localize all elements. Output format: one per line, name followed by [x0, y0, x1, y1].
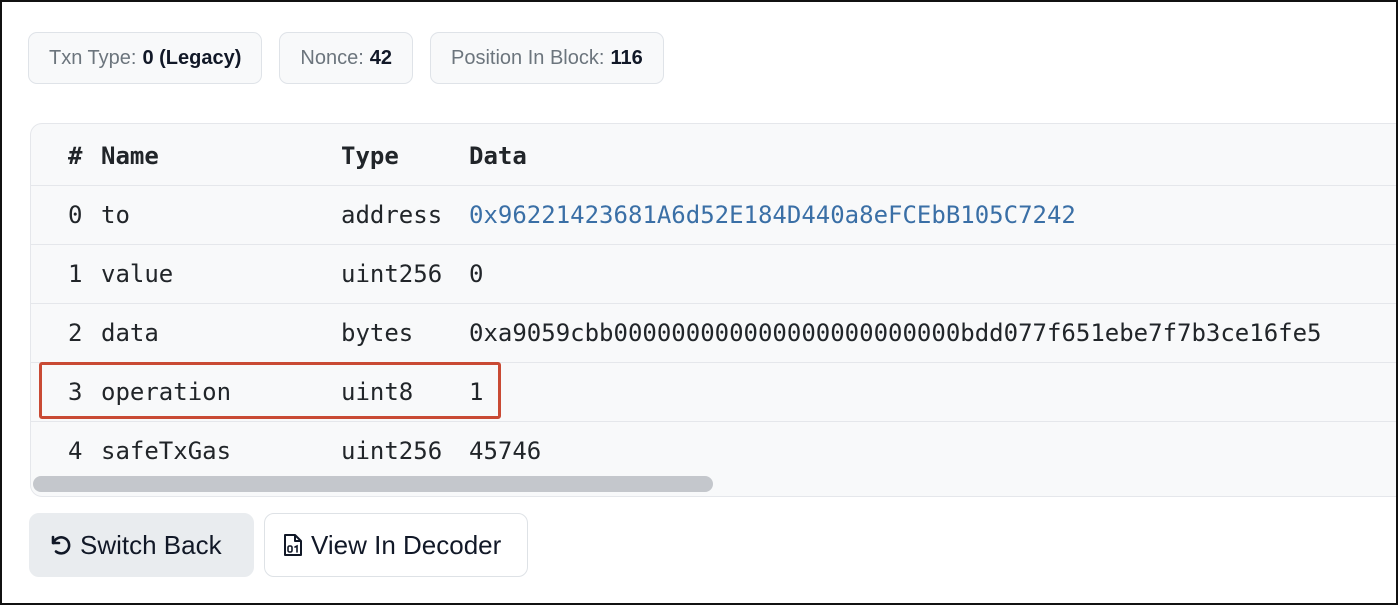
row-type: bytes [341, 319, 414, 347]
row-name: to [101, 201, 130, 229]
table-row: 4 safeTxGas uint256 45746 [31, 421, 1396, 479]
binary-file-icon [284, 534, 302, 556]
table-row: 1 value uint256 0 [31, 244, 1396, 302]
row-data: 0 [469, 260, 484, 288]
address-link[interactable]: 0x96221423681A6d52E184D440a8eFCEbB105C72… [469, 186, 1076, 244]
nonce-label: Nonce: [300, 46, 364, 69]
row-name: data [101, 319, 159, 347]
switch-back-label: Switch Back [80, 529, 222, 560]
row-name: safeTxGas [101, 437, 232, 465]
row-name: value [101, 260, 174, 288]
column-header-type: Type [341, 142, 399, 170]
horizontal-scrollbar[interactable] [33, 476, 713, 492]
column-header-name: Name [101, 142, 159, 170]
row-index: 0 [68, 201, 83, 229]
table-header: # Name Type Data [31, 127, 1396, 185]
row-data: 45746 [469, 437, 542, 465]
operation-row-highlight [39, 362, 501, 419]
txn-type-label: Txn Type: [49, 46, 137, 69]
transaction-details-panel: Txn Type: 0 (Legacy) Nonce: 42 Position … [0, 0, 1398, 605]
position-in-block-value: 116 [610, 46, 643, 69]
row-type: uint256 [341, 437, 443, 465]
undo-arrow-icon [51, 535, 71, 555]
row-data: 0xa9059cbb000000000000000000000000bdd077… [469, 319, 1322, 347]
row-type: address [341, 201, 443, 229]
position-in-block-badge: Position In Block: 116 [430, 32, 664, 84]
column-header-data: Data [469, 142, 527, 170]
row-type: uint256 [341, 260, 443, 288]
switch-back-button[interactable]: Switch Back [29, 513, 254, 577]
column-header-index: # [68, 142, 83, 170]
row-index: 2 [68, 319, 83, 347]
txn-type-value: 0 (Legacy) [142, 46, 242, 69]
row-index: 1 [68, 260, 83, 288]
badge-row: Txn Type: 0 (Legacy) Nonce: 42 Position … [28, 32, 664, 84]
nonce-value: 42 [369, 46, 393, 69]
table-row: 2 data bytes 0xa9059cbb00000000000000000… [31, 303, 1396, 361]
txn-type-badge: Txn Type: 0 (Legacy) [28, 32, 263, 84]
table-row: 0 to address 0x96221423681A6d52E184D440a… [31, 185, 1396, 244]
row-index: 4 [68, 437, 83, 465]
position-in-block-label: Position In Block: [451, 46, 605, 69]
view-in-decoder-button[interactable]: View In Decoder [264, 513, 528, 577]
view-in-decoder-label: View In Decoder [311, 529, 502, 560]
nonce-badge: Nonce: 42 [279, 32, 414, 84]
decoded-input-table: # Name Type Data 0 to address 0x96221423… [30, 123, 1396, 497]
